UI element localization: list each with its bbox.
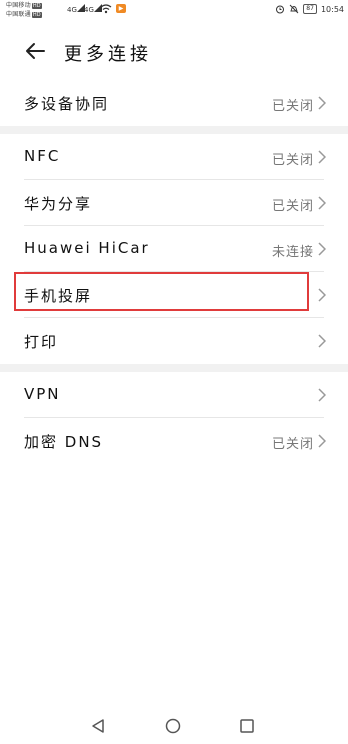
list-item-huawei-share[interactable]: 华为分享 已关闭 <box>0 180 348 226</box>
list-item-label: NFC <box>24 147 61 165</box>
section-separator <box>0 364 348 372</box>
list-item-label: 多设备协同 <box>24 95 110 113</box>
home-circle-icon[interactable] <box>165 718 181 734</box>
chevron-right-icon <box>318 334 326 348</box>
list-item-encrypted-dns[interactable]: 加密 DNS 已关闭 <box>0 418 348 464</box>
list-item-label: Huawei HiCar <box>24 239 150 257</box>
alarm-icon <box>276 5 285 14</box>
carrier-1: 中国移动 HD <box>6 2 42 9</box>
chevron-right-icon <box>318 388 326 402</box>
battery-icon: 87 <box>303 4 317 14</box>
signal-1-icon: 4G <box>67 4 85 14</box>
section-separator <box>0 126 348 134</box>
list-item-vpn[interactable]: VPN <box>0 372 348 418</box>
status-right: 87 10:54 <box>275 4 344 14</box>
system-nav-bar <box>0 706 348 744</box>
group-connections: NFC 已关闭 华为分享 已关闭 Huawei HiCar 未连接 手机投屏 打… <box>0 134 348 364</box>
list-item-label: VPN <box>24 385 61 403</box>
group-network: VPN 加密 DNS 已关闭 <box>0 372 348 464</box>
carrier-1-label: 中国移动 <box>6 2 31 9</box>
list-item-hicar[interactable]: Huawei HiCar 未连接 <box>0 226 348 272</box>
list-item-label: 华为分享 <box>24 195 93 213</box>
list-item-multidevice-collab[interactable]: 多设备协同 已关闭 <box>0 80 348 126</box>
list-item-label: 加密 DNS <box>24 433 104 451</box>
chevron-right-icon <box>318 150 326 164</box>
wifi-icon <box>100 4 112 16</box>
clock: 10:54 <box>320 4 344 14</box>
list-item-label: 打印 <box>24 333 59 351</box>
hd-badge-1: HD <box>31 2 42 9</box>
back-arrow-icon[interactable] <box>24 40 46 62</box>
chevron-right-icon <box>318 434 326 448</box>
hd-badge-2: HD <box>31 11 42 18</box>
list-item-status: 已关闭 <box>271 99 314 114</box>
group-multidevice: 多设备协同 已关闭 <box>0 80 348 126</box>
chevron-right-icon <box>318 196 326 210</box>
chevron-right-icon <box>318 242 326 256</box>
highlight-box <box>14 272 309 311</box>
list-item-status: 已关闭 <box>271 199 314 214</box>
list-item-status: 已关闭 <box>271 437 314 452</box>
carrier-2: 中国联通 HD <box>6 11 42 18</box>
chevron-right-icon <box>318 96 326 110</box>
list-item-print[interactable]: 打印 <box>0 318 348 364</box>
mute-icon <box>289 4 299 14</box>
carrier-2-label: 中国联通 <box>6 11 31 18</box>
page-title: 更多连接 <box>64 44 152 65</box>
app-notification-icon: ▶ <box>116 4 126 13</box>
status-bar: 中国移动 HD 中国联通 HD 4G 4G ▶ 87 10:54 <box>0 0 348 24</box>
chevron-right-icon <box>318 288 326 302</box>
recents-square-icon[interactable] <box>239 718 255 734</box>
app-header: 更多连接 <box>0 30 348 74</box>
list-item-nfc[interactable]: NFC 已关闭 <box>0 134 348 180</box>
back-triangle-icon[interactable] <box>90 718 106 734</box>
list-item-status: 未连接 <box>271 245 314 260</box>
list-item-status: 已关闭 <box>271 153 314 168</box>
